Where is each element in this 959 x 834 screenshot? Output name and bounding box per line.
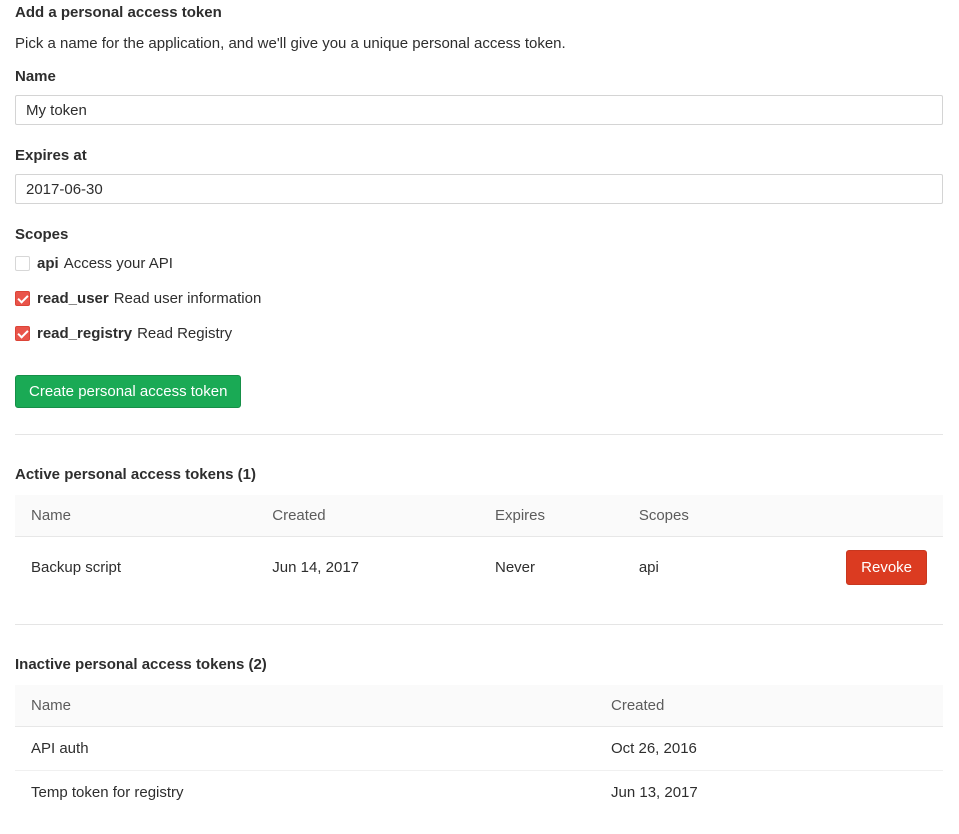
- token-created-cell: Oct 26, 2016: [595, 727, 943, 771]
- scope-label: read_registry Read Registry: [37, 323, 232, 344]
- add-token-title: Add a personal access token: [15, 2, 943, 23]
- column-header-created: Created: [256, 495, 479, 537]
- inactive-tokens-section: Inactive personal access tokens (2) Name…: [15, 654, 943, 814]
- scope-label: api Access your API: [37, 253, 173, 274]
- scope-label: read_user Read user information: [37, 288, 261, 309]
- active-tokens-section: Active personal access tokens (1) Name C…: [15, 464, 943, 598]
- scope-name: read_registry: [37, 325, 132, 342]
- scopes-label: Scopes: [15, 224, 943, 245]
- column-header-expires: Expires: [479, 495, 623, 537]
- active-table-header-row: Name Created Expires Scopes: [15, 495, 943, 537]
- column-header-name: Name: [15, 495, 256, 537]
- revoke-button[interactable]: Revoke: [846, 550, 927, 585]
- create-token-button[interactable]: Create personal access token: [15, 375, 241, 408]
- expires-label: Expires at: [15, 145, 943, 166]
- expires-form-group: Expires at: [15, 145, 943, 204]
- scope-name: read_user: [37, 290, 109, 307]
- scopes-form-group: Scopes api Access your API read_user Read …: [15, 224, 943, 344]
- table-row: Temp token for registry Jun 13, 2017: [15, 771, 943, 815]
- column-header-action: [818, 495, 943, 537]
- inactive-tokens-title: Inactive personal access tokens (2): [15, 654, 943, 675]
- token-name-cell: Temp token for registry: [15, 771, 595, 815]
- scope-row-read-registry[interactable]: read_registry Read Registry: [15, 323, 943, 344]
- table-row: API auth Oct 26, 2016: [15, 727, 943, 771]
- token-name-cell: Backup script: [15, 537, 256, 599]
- scope-checkbox-api[interactable]: [15, 256, 30, 271]
- token-created-cell: Jun 14, 2017: [256, 537, 479, 599]
- scope-row-api[interactable]: api Access your API: [15, 253, 943, 274]
- scope-description: Read Registry: [137, 325, 232, 342]
- name-label: Name: [15, 66, 943, 87]
- section-divider: [15, 624, 943, 625]
- column-header-scopes: Scopes: [623, 495, 818, 537]
- inactive-table-header-row: Name Created: [15, 685, 943, 727]
- name-form-group: Name: [15, 66, 943, 125]
- add-token-description: Pick a name for the application, and we'…: [15, 33, 943, 54]
- scope-row-read-user[interactable]: read_user Read user information: [15, 288, 943, 309]
- token-name-cell: API auth: [15, 727, 595, 771]
- column-header-created: Created: [595, 685, 943, 727]
- scope-description: Read user information: [114, 290, 262, 307]
- expires-at-input[interactable]: [15, 174, 943, 204]
- active-tokens-title: Active personal access tokens (1): [15, 464, 943, 485]
- scope-description: Access your API: [64, 255, 173, 272]
- scope-checkbox-read-registry[interactable]: [15, 326, 30, 341]
- token-scopes-cell: api: [623, 537, 818, 599]
- scope-checkbox-read-user[interactable]: [15, 291, 30, 306]
- column-header-name: Name: [15, 685, 595, 727]
- active-tokens-table: Name Created Expires Scopes Backup scrip…: [15, 495, 943, 598]
- token-name-input[interactable]: [15, 95, 943, 125]
- token-action-cell: Revoke: [818, 537, 943, 599]
- personal-access-tokens-page: Add a personal access token Pick a name …: [0, 0, 959, 834]
- section-divider: [15, 434, 943, 435]
- token-created-cell: Jun 13, 2017: [595, 771, 943, 815]
- scope-name: api: [37, 255, 59, 272]
- inactive-tokens-table: Name Created API auth Oct 26, 2016 Temp …: [15, 685, 943, 814]
- table-row: Backup script Jun 14, 2017 Never api Rev…: [15, 537, 943, 599]
- token-expires-cell: Never: [479, 537, 623, 599]
- add-token-section: Add a personal access token Pick a name …: [15, 2, 943, 408]
